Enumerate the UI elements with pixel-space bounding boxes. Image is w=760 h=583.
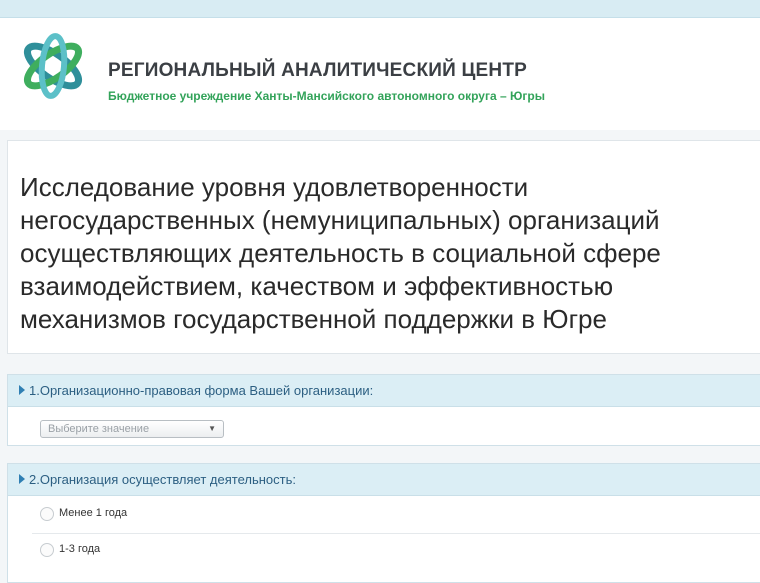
caret-right-icon [19,385,25,395]
org-name: РЕГИОНАЛЬНЫЙ АНАЛИТИЧЕСКИЙ ЦЕНТР [108,60,528,81]
radio-button[interactable] [40,507,54,521]
question-header-1[interactable]: 1.Организационно-правовая форма Вашей ор… [8,375,760,407]
survey-title-card: Исследование уровня удовлетворенности не… [7,140,760,354]
question-title-1: 1.Организационно-правовая форма Вашей ор… [29,383,374,398]
survey-title: Исследование уровня удовлетворенности не… [20,172,661,334]
top-bar [0,0,760,18]
org-subtitle: Бюджетное учреждение Ханты-Мансийского а… [108,89,545,103]
caret-right-icon [19,474,25,484]
question-header-2[interactable]: 2.Организация осуществляет деятельность: [8,464,760,496]
org-form-select[interactable]: Выберите значение ▼ [40,420,224,438]
question-card-1: 1.Организационно-правовая форма Вашей ор… [7,374,760,446]
question-title-2: 2.Организация осуществляет деятельность: [29,472,296,487]
select-placeholder: Выберите значение [48,423,150,435]
radio-button[interactable] [40,543,54,557]
option-label: 1-3 года [59,543,101,555]
option-label: Менее 1 года [59,507,128,519]
atom-logo-icon [23,33,83,99]
dropdown-arrow-icon: ▼ [208,424,216,433]
question-card-2: 2.Организация осуществляет деятельность:… [7,463,760,583]
option-1-3-years[interactable]: 1-3 года [8,534,760,567]
option-less-than-1-year[interactable]: Менее 1 года [8,498,760,531]
